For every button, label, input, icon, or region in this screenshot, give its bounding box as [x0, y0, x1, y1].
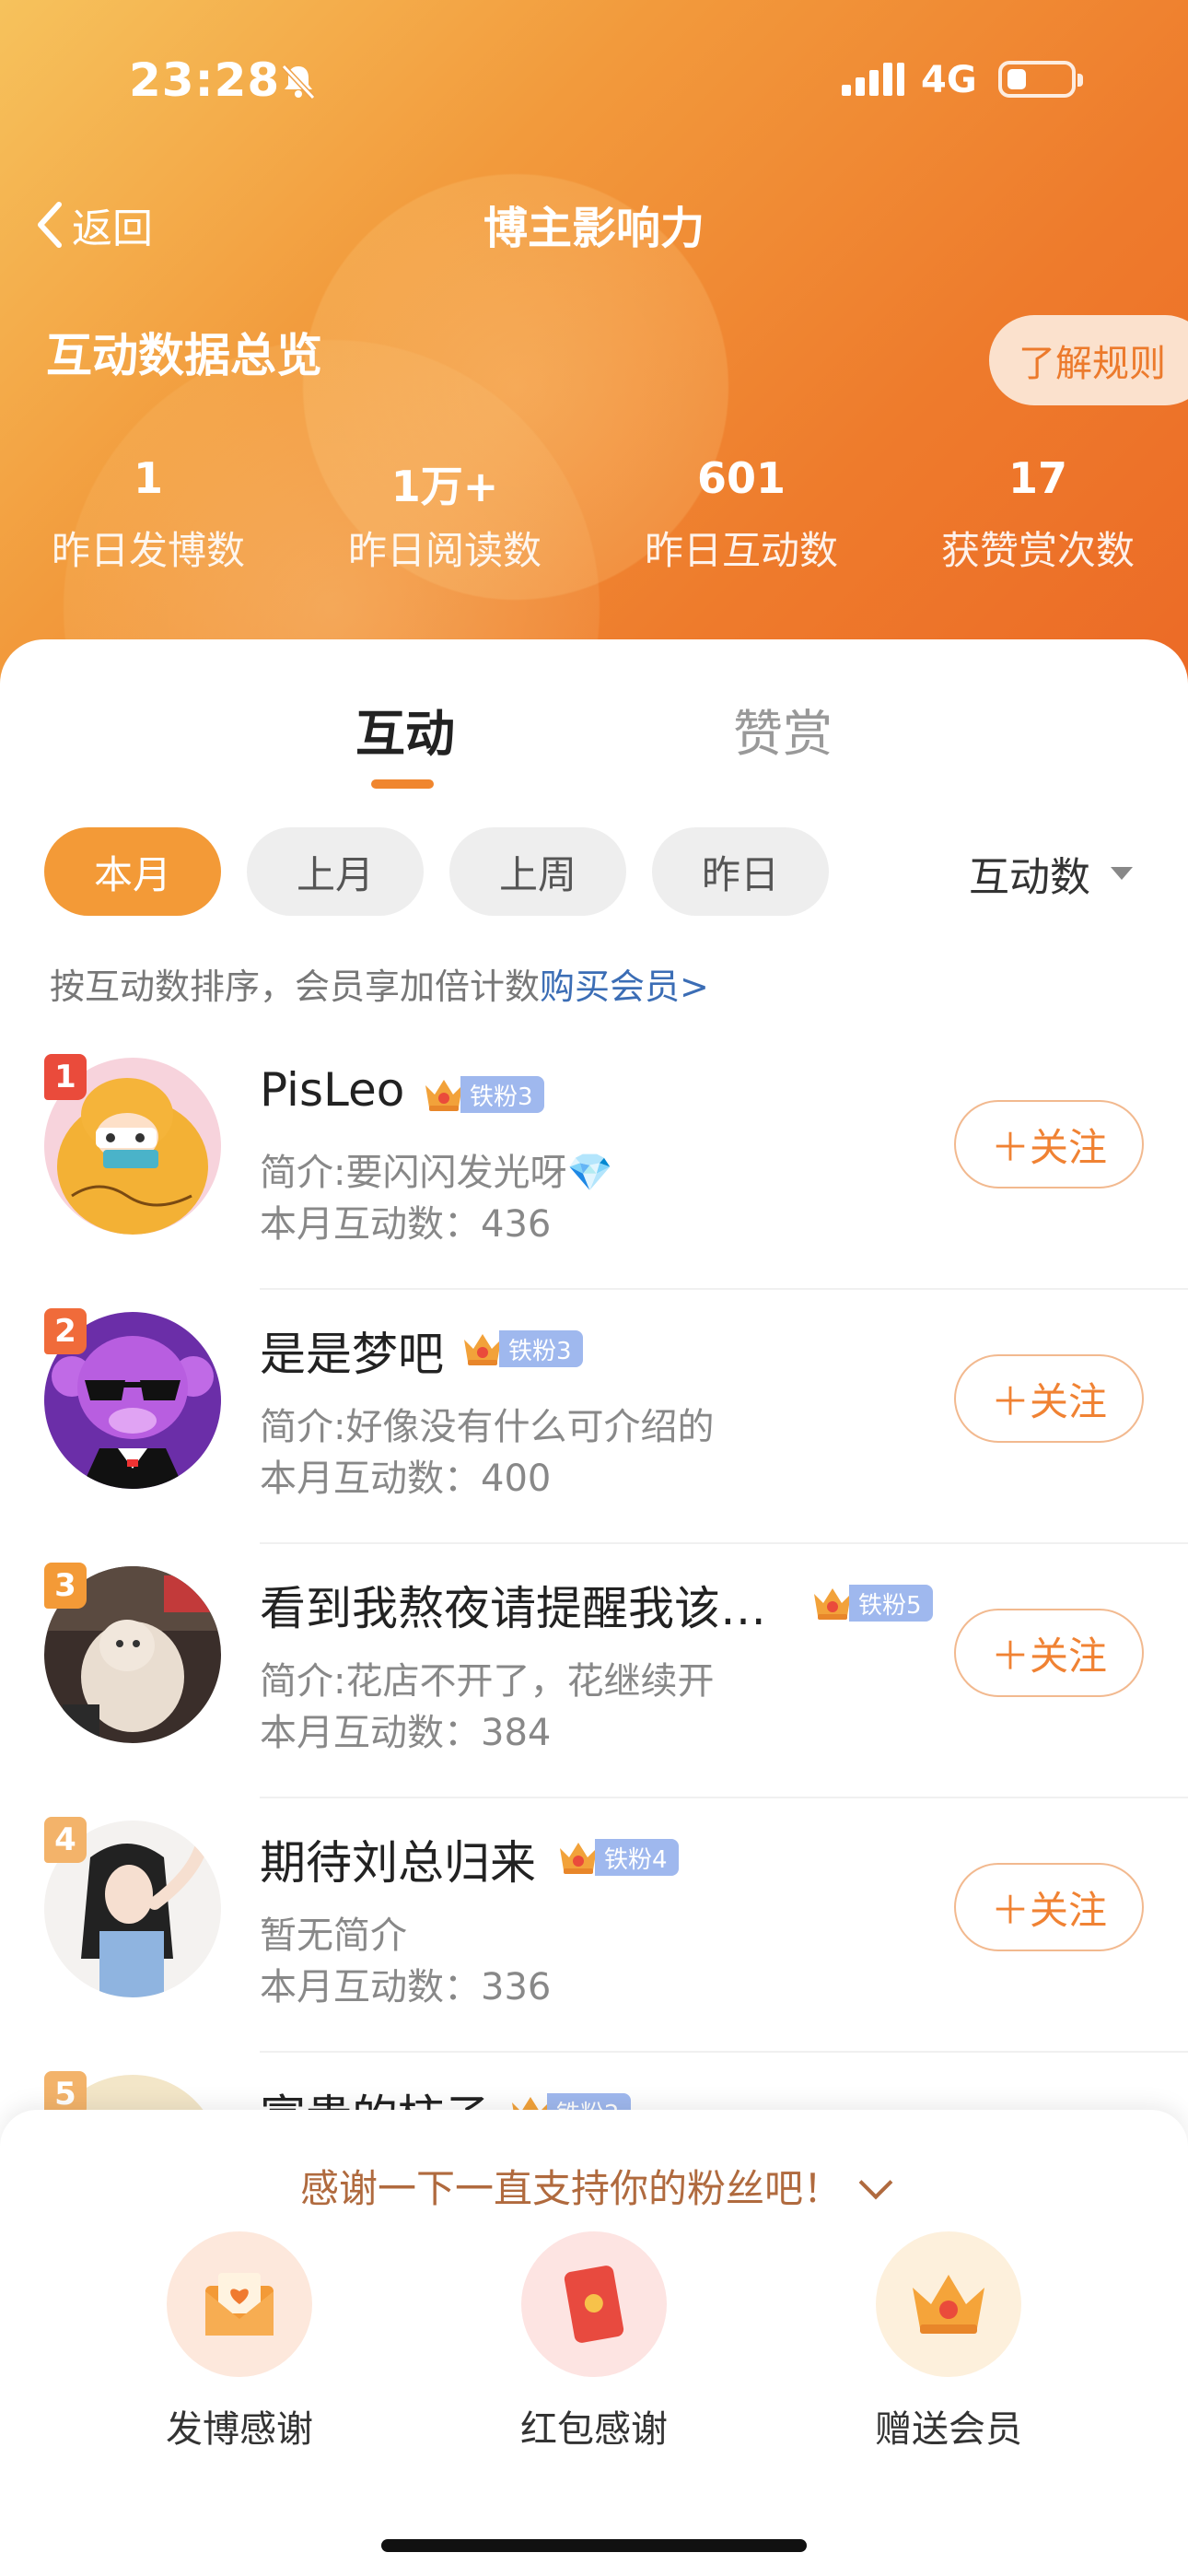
page-title: 博主影响力 — [483, 203, 705, 254]
stat-value: 601 — [696, 453, 786, 503]
sort-hint: 按互动数排序，会员享加倍计数购买会员> — [50, 958, 709, 1009]
action-label: 赠送会员 — [875, 2408, 1022, 2451]
action-label: 发博感谢 — [166, 2408, 313, 2451]
network-type: 4G — [921, 59, 977, 101]
fan-count: 本月互动数：336 — [260, 1966, 552, 2008]
stat-value: 1万+ — [390, 462, 499, 511]
stat-rewards: 17 获赞赏次数 — [890, 453, 1186, 576]
fan-level-badge: 铁粉4 — [556, 1835, 679, 1879]
fan-level-badge: 铁粉5 — [810, 1581, 933, 1625]
status-bar: 23:28 4G — [0, 53, 1188, 109]
filter-yesterday[interactable]: 昨日 — [652, 827, 829, 916]
fan-name[interactable]: 是是梦吧 — [260, 1317, 444, 1384]
rank-badge: 4 — [44, 1817, 87, 1863]
crown-icon — [464, 1334, 501, 1365]
signal-icon — [842, 63, 904, 96]
fan-row[interactable]: 3 看到我熬夜请提醒我该… 铁粉5 简介:花店不开了，花继续开 本月互动数：38… — [0, 1544, 1188, 1798]
rules-button[interactable]: 了解规则 — [989, 315, 1188, 405]
post-thanks-button[interactable]: 发博感谢 — [129, 2231, 350, 2453]
fan-bio: 简介:好像没有什么可介绍的 — [260, 1406, 715, 1448]
fan-name[interactable]: PisLeo — [260, 1063, 404, 1117]
filter-this-month[interactable]: 本月 — [44, 827, 221, 916]
fan-count: 本月互动数：436 — [260, 1203, 552, 1246]
sort-dropdown[interactable]: 互动数 — [969, 844, 1133, 903]
follow-label: 关注 — [1030, 1633, 1108, 1679]
silent-bell-icon — [281, 64, 316, 100]
thanks-text: 感谢一下一直支持你的粉丝吧！ — [299, 2166, 842, 2211]
gift-vip-button[interactable]: 赠送会员 — [838, 2231, 1059, 2453]
follow-label: 关注 — [1030, 1124, 1108, 1170]
tab-interaction[interactable]: 互动 — [355, 693, 455, 766]
follow-label: 关注 — [1030, 1887, 1108, 1933]
red-packet-thanks-button[interactable]: 红包感谢 — [483, 2231, 705, 2453]
crown-icon — [876, 2231, 1021, 2377]
tab-indicator — [371, 779, 434, 789]
stat-label: 昨日互动数 — [644, 528, 838, 573]
rank-badge: 1 — [44, 1054, 87, 1100]
fan-tag: 铁粉5 — [849, 1585, 933, 1622]
fan-tag: 铁粉3 — [460, 1076, 544, 1113]
fan-count: 本月互动数：384 — [260, 1712, 552, 1754]
fan-bio: 简介:要闪闪发光呀💎 — [260, 1152, 613, 1194]
stat-label: 昨日阅读数 — [347, 528, 542, 573]
rank-badge: 3 — [44, 1563, 87, 1609]
home-indicator — [381, 2539, 807, 2552]
fan-name[interactable]: 看到我熬夜请提醒我该… — [260, 1572, 766, 1638]
red-packet-icon — [521, 2231, 667, 2377]
stat-label: 昨日发博数 — [51, 528, 245, 573]
fan-row[interactable]: 1 PisLeo 铁粉3 简介:要闪闪发光呀💎 本月互动数：436 ＋关注 — [0, 1036, 1188, 1290]
follow-button[interactable]: ＋关注 — [954, 1100, 1144, 1188]
caret-down-icon — [1111, 867, 1133, 880]
hint-text: 按互动数排序，会员享加倍计数 — [50, 966, 541, 1007]
fan-level-badge: 铁粉3 — [460, 1327, 583, 1371]
stat-posts: 1 昨日发博数 — [0, 453, 297, 576]
crown-icon — [425, 1080, 462, 1111]
fan-bio: 简介:花店不开了，花继续开 — [260, 1660, 715, 1703]
fan-level-badge: 铁粉3 — [422, 1072, 544, 1117]
tab-reward[interactable]: 赞赏 — [733, 693, 833, 766]
fan-count: 本月互动数：400 — [260, 1458, 552, 1500]
crown-icon — [560, 1843, 597, 1874]
follow-button[interactable]: ＋关注 — [954, 1354, 1144, 1443]
stat-interactions: 601 昨日互动数 — [593, 453, 890, 576]
action-label: 红包感谢 — [520, 2408, 668, 2451]
follow-button[interactable]: ＋关注 — [954, 1863, 1144, 1951]
follow-label: 关注 — [1030, 1378, 1108, 1424]
sort-label: 互动数 — [969, 854, 1090, 901]
battery-icon — [998, 61, 1083, 98]
filter-last-week[interactable]: 上周 — [449, 827, 626, 916]
filter-last-month[interactable]: 上月 — [247, 827, 424, 916]
envelope-heart-icon — [167, 2231, 312, 2377]
fan-bio: 暂无简介 — [260, 1914, 407, 1957]
overview-title: 互动数据总览 — [46, 329, 322, 382]
stat-value: 17 — [1007, 453, 1067, 503]
chevron-down-icon — [858, 2165, 893, 2200]
thanks-toggle[interactable]: 感谢一下一直支持你的粉丝吧！ — [0, 2158, 1188, 2214]
fan-row[interactable]: 2 是是梦吧 铁粉3 简介:好像没有什么可介绍的 本月互动数：400 ＋关注 — [0, 1290, 1188, 1544]
rank-badge: 2 — [44, 1308, 87, 1354]
status-time: 23:28 — [129, 53, 281, 107]
stat-reads: 1万+ 昨日阅读数 — [297, 453, 593, 576]
buy-vip-link[interactable]: 购买会员> — [540, 966, 709, 1007]
stat-label: 获赞赏次数 — [940, 528, 1135, 573]
stat-value: 1 — [133, 453, 163, 503]
fan-row[interactable]: 4 期待刘总归来 铁粉4 暂无简介 本月互动数：336 ＋关注 — [0, 1798, 1188, 2053]
follow-button[interactable]: ＋关注 — [954, 1609, 1144, 1697]
crown-icon — [814, 1588, 851, 1620]
fan-tag: 铁粉3 — [499, 1330, 583, 1367]
fan-tag: 铁粉4 — [595, 1839, 679, 1876]
fan-name[interactable]: 期待刘总归来 — [260, 1826, 536, 1892]
